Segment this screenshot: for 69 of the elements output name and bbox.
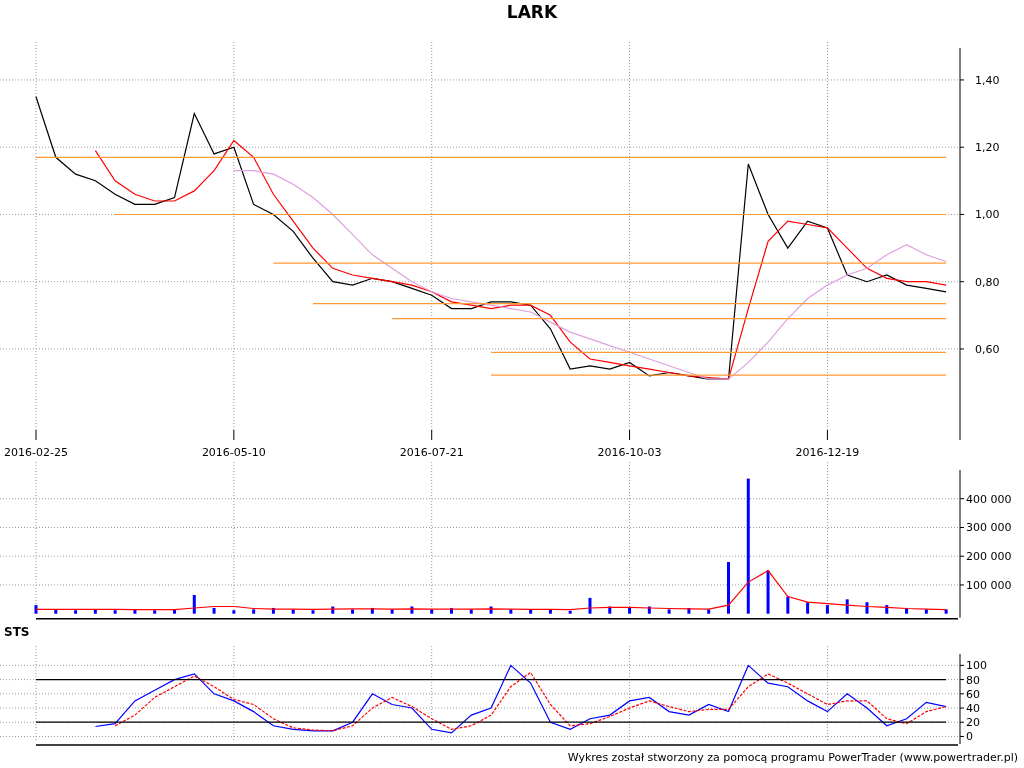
volume-bar (548, 609, 552, 614)
volume-bar (687, 607, 691, 614)
volume-bar (944, 609, 948, 614)
axis-label: 300 000 (966, 521, 1012, 535)
indicator-label: STS (4, 625, 30, 639)
axis-label: 1,00 (975, 208, 1000, 222)
volume-bar (707, 609, 711, 614)
volume-bar (489, 606, 493, 614)
volume-bar (806, 602, 810, 614)
volume-bar (252, 609, 256, 614)
volume-bar (786, 596, 790, 614)
volume-bar (74, 610, 78, 614)
axis-label: 40 (966, 702, 980, 715)
axis-label: 1,20 (975, 141, 1000, 155)
volume-bar (390, 609, 394, 614)
volume-bar (192, 595, 196, 614)
axis-label: 0 (966, 730, 973, 744)
volume-bar (351, 609, 355, 614)
date-label: 2016-07-21 (399, 446, 464, 459)
volume-bar (628, 607, 632, 614)
date-label: 2016-10-03 (597, 446, 662, 459)
volume-bar (450, 607, 453, 614)
volume-bar (34, 605, 38, 614)
volume-bar (271, 607, 275, 614)
axis-label: 20 (966, 716, 980, 730)
volume-bar (727, 561, 730, 614)
volume-bar (588, 597, 592, 614)
axis-label: 100 (966, 659, 987, 673)
volume-bar (647, 606, 651, 614)
axis-label: 0,60 (975, 342, 1000, 356)
volume-bar (529, 609, 533, 614)
volume-bar (153, 610, 157, 614)
volume-bar (93, 609, 97, 614)
volume-bar (509, 609, 513, 614)
volume-bar (173, 609, 176, 614)
date-label: 2016-02-25 (4, 446, 68, 459)
axis-label: 80 (966, 673, 980, 687)
axis-label: 100 000 (966, 578, 1012, 592)
axis-label: 1,40 (975, 73, 1000, 87)
chart-title: LARK (505, 2, 558, 22)
axis-label: 0,80 (975, 275, 1000, 289)
volume-bar (291, 609, 295, 614)
volume-bar (331, 606, 335, 614)
volume-bar (469, 609, 473, 614)
volume-bar (212, 607, 216, 614)
volume-bar (54, 609, 58, 614)
volume-bar (370, 607, 374, 614)
volume-bar (766, 570, 770, 614)
axis-label: 200 000 (966, 550, 1012, 564)
date-label: 2016-12-19 (795, 446, 860, 459)
volume-bar (430, 609, 434, 614)
volume-bar (232, 610, 236, 614)
volume-bar (608, 606, 612, 614)
volume-bar (905, 607, 909, 614)
footer-text: Wykres został stworzony za pomocą programu PowerTrader (www.powertrader.pl) (567, 750, 1018, 764)
volume-bar (133, 609, 137, 614)
axis-label: 400 000 (966, 492, 1012, 506)
volume-bar (924, 609, 928, 614)
volume-bar (410, 606, 414, 614)
volume-bar (885, 605, 889, 614)
volume-bar (845, 599, 849, 614)
volume-bar (113, 610, 117, 614)
axis-label: 60 (966, 687, 980, 701)
volume-bar (825, 605, 829, 614)
volume-bar (568, 610, 572, 614)
volume-bar (865, 602, 869, 614)
volume-bar (667, 609, 671, 614)
date-label: 2016-05-10 (201, 446, 266, 459)
volume-bar (311, 610, 315, 614)
